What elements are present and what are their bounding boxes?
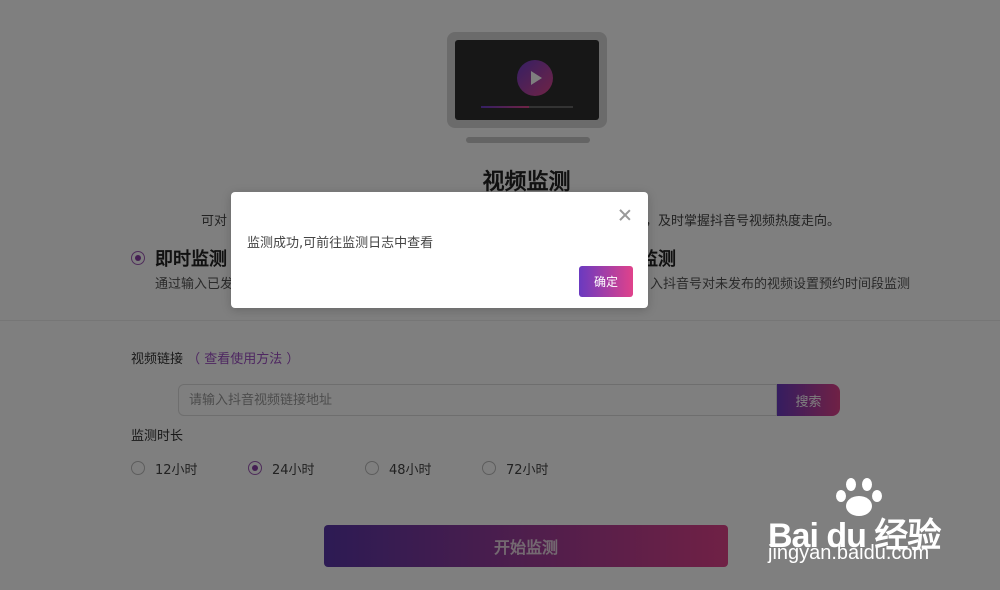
success-dialog: 监测成功,可前往监测日志中查看 确定 <box>231 192 648 308</box>
dialog-message: 监测成功,可前往监测日志中查看 <box>247 236 434 251</box>
confirm-button[interactable]: 确定 <box>579 266 633 297</box>
watermark-url: jingyan.baidu.com <box>768 542 930 564</box>
close-icon[interactable] <box>618 208 632 222</box>
baidu-jingyan-watermark: Bai du 经验 jingyan.baidu.com <box>760 478 960 578</box>
